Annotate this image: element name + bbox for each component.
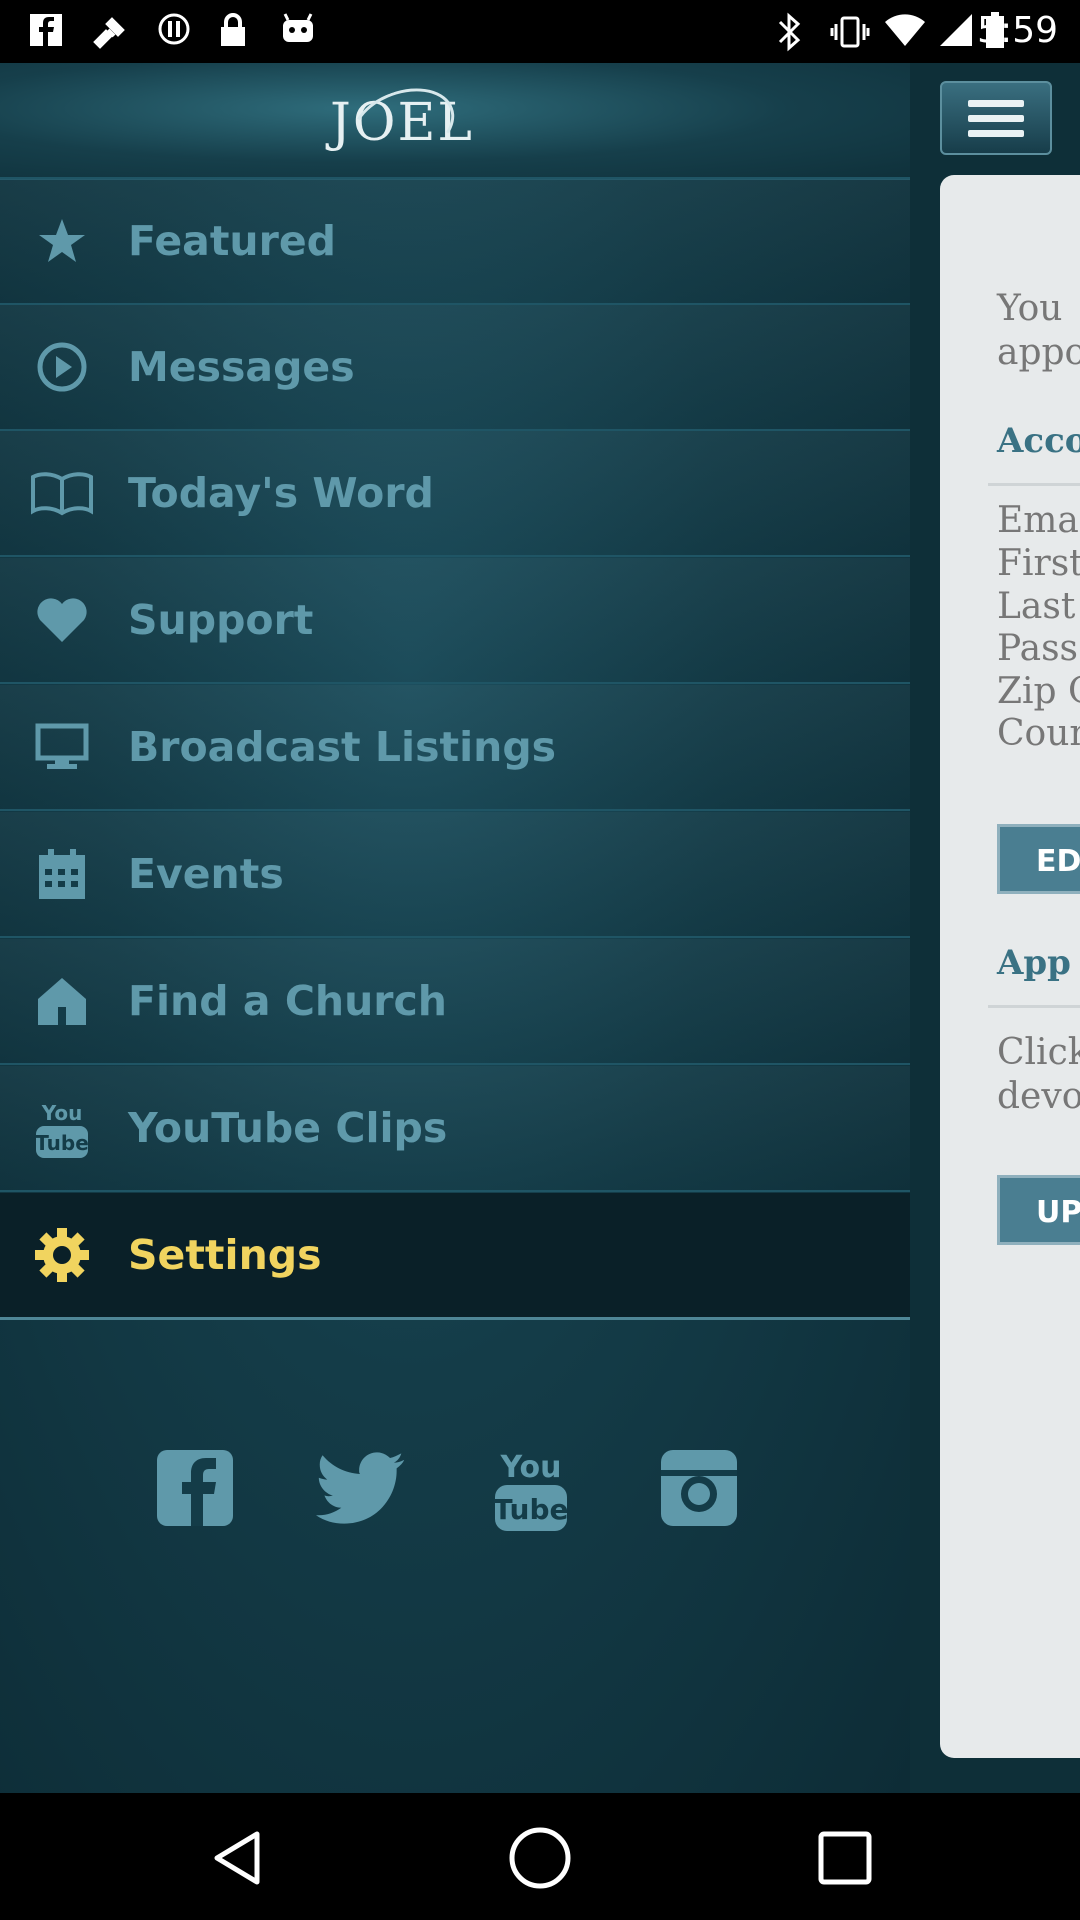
instagram-icon[interactable] — [654, 1443, 744, 1533]
logo-swirl — [341, 74, 465, 178]
back-icon[interactable] — [202, 1823, 272, 1893]
app-screen: JOEL Featured Messages Today's Word Supp… — [0, 63, 1080, 1793]
divider — [988, 1005, 1080, 1008]
recents-icon[interactable] — [810, 1823, 880, 1893]
update-button[interactable]: UP — [997, 1175, 1080, 1245]
star-icon — [30, 209, 94, 273]
android-icon — [280, 12, 316, 55]
play-icon — [30, 335, 94, 399]
menu-item-label: Featured — [128, 217, 336, 265]
facebook-notification-icon — [28, 12, 64, 57]
drawer-header: JOEL — [0, 63, 910, 180]
svg-text:Tube: Tube — [494, 1493, 569, 1526]
app-heading: App — [997, 943, 1071, 983]
social-links: You Tube — [0, 1443, 910, 1543]
twitter-icon[interactable] — [316, 1443, 406, 1533]
svg-text:You: You — [41, 1101, 83, 1125]
vibrate-icon — [830, 12, 870, 61]
wifi-icon — [884, 12, 926, 57]
navigation-drawer: JOEL Featured Messages Today's Word Supp… — [0, 63, 910, 1793]
field-label-country: Coun — [997, 713, 1080, 754]
youtube-icon[interactable]: You Tube — [486, 1443, 576, 1533]
status-bar: 5:59 — [0, 0, 1080, 63]
gear-icon — [30, 1223, 94, 1287]
account-heading: Acco — [997, 421, 1080, 461]
menu-item-support[interactable]: Support — [0, 558, 910, 684]
heart-icon — [30, 588, 94, 652]
fake-gps-icon — [90, 12, 130, 61]
edit-account-button[interactable]: ED — [997, 824, 1080, 894]
menu-item-label: Messages — [128, 343, 355, 391]
monitor-icon — [30, 715, 94, 779]
hamburger-line — [968, 100, 1024, 107]
menu-item-broadcast-listings[interactable]: Broadcast Listings — [0, 685, 910, 811]
menu-item-label: Settings — [128, 1231, 322, 1279]
navigation-bar — [0, 1793, 1080, 1920]
menu-item-label: Support — [128, 596, 314, 644]
click-text-line2: devo — [997, 1076, 1080, 1117]
bluetooth-icon — [776, 12, 804, 61]
facebook-icon[interactable] — [150, 1443, 240, 1533]
signal-icon — [938, 12, 974, 57]
status-time: 5:59 — [977, 10, 1058, 51]
field-label-email: Ema — [997, 500, 1079, 541]
intro-text-line2: appo — [997, 332, 1080, 373]
svg-text:Tube: Tube — [35, 1131, 89, 1155]
field-label-zip-code: Zip C — [997, 671, 1080, 712]
hamburger-line — [968, 115, 1024, 122]
menu-item-messages[interactable]: Messages — [0, 305, 910, 431]
field-label-last-name: Last — [997, 586, 1076, 627]
menu-item-find-a-church[interactable]: Find a Church — [0, 939, 910, 1065]
click-text-line1: Click — [997, 1032, 1080, 1073]
menu-item-settings[interactable]: Settings — [0, 1193, 910, 1320]
field-label-password: Pass — [997, 628, 1079, 669]
hamburger-line — [968, 130, 1024, 137]
field-label-first-name: First — [997, 543, 1080, 584]
menu-item-youtube-clips[interactable]: You Tube YouTube Clips — [0, 1066, 910, 1192]
youtube-icon: You Tube — [30, 1096, 94, 1160]
menu-item-todays-word[interactable]: Today's Word — [0, 431, 910, 557]
divider — [988, 483, 1080, 486]
house-icon — [30, 969, 94, 1033]
menu-item-label: Today's Word — [128, 469, 434, 517]
lock-icon — [218, 12, 248, 57]
menu-button[interactable] — [940, 81, 1052, 155]
menu-item-events[interactable]: Events — [0, 812, 910, 938]
intro-text-line1: You — [997, 288, 1063, 329]
menu-item-label: YouTube Clips — [128, 1104, 448, 1152]
calendar-icon — [30, 842, 94, 906]
app-logo: JOEL — [330, 74, 472, 178]
menu-item-featured[interactable]: Featured — [0, 179, 910, 305]
menu-item-label: Broadcast Listings — [128, 723, 557, 771]
book-icon — [30, 461, 94, 525]
menu-item-label: Events — [128, 850, 284, 898]
alert-icon — [157, 12, 191, 55]
home-icon[interactable] — [505, 1823, 575, 1893]
menu-item-label: Find a Church — [128, 977, 447, 1025]
svg-text:You: You — [500, 1450, 562, 1485]
settings-panel: You appo Acco Ema First Last Pass Zip C … — [940, 175, 1080, 1758]
